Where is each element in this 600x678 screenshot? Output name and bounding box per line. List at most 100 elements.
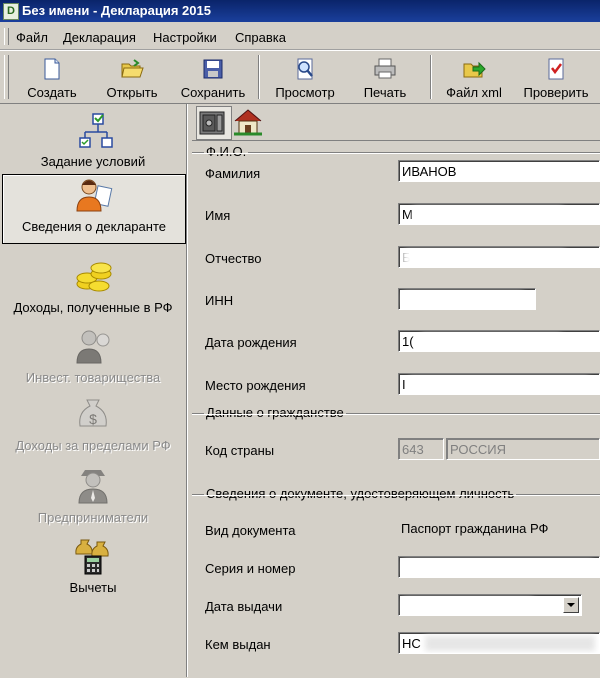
inn-field[interactable] (398, 288, 536, 310)
name-label: Имя (205, 208, 231, 223)
section-nav: Задание условий Сведения о декларанте До… (0, 104, 187, 677)
nav-invest[interactable]: Инвест. товарищества (2, 326, 184, 394)
birthdate-field[interactable]: 1( (398, 330, 600, 352)
issue-date-dropdown[interactable] (398, 594, 582, 616)
redaction-mark (403, 560, 593, 575)
nav-income-abroad-label: Доходы за пределами РФ (15, 438, 171, 453)
inn-label: ИНН (205, 293, 234, 308)
series-label: Серия и номер (205, 561, 296, 576)
nav-declarant-label: Сведения о декларанте (22, 219, 166, 234)
menubar-grip[interactable] (4, 28, 9, 45)
toolbar-separator (258, 55, 260, 99)
preview-label: Просмотр (275, 85, 335, 100)
entrepreneur-person-icon (78, 470, 108, 504)
toolbar-grip[interactable] (4, 55, 9, 99)
toolbar-separator (430, 55, 432, 99)
create-label: Создать (27, 85, 77, 100)
issued-by-label: Кем выдан (205, 637, 271, 652)
nav-income-abroad[interactable]: $ Доходы за пределами РФ (2, 394, 184, 462)
check-label: Проверить (523, 85, 589, 100)
surname-label: Фамилия (205, 166, 261, 181)
surname-field[interactable]: ИВАНОВ (398, 160, 600, 182)
country-code-field[interactable]: 643 (398, 438, 444, 460)
nav-declarant[interactable]: Сведения о декларанте (2, 174, 186, 244)
check-button[interactable]: Проверить (518, 53, 594, 101)
nav-conditions[interactable]: Задание условий (2, 110, 184, 178)
nav-income-rf[interactable]: Доходы, полученные в РФ (2, 256, 184, 324)
country-code-value: 643 (402, 442, 424, 457)
app-icon: D (3, 3, 19, 20)
tab-personal-data[interactable] (196, 106, 232, 140)
menu-file[interactable]: Файл (16, 30, 48, 45)
birthdate-label: Дата рождения (205, 335, 297, 350)
window-title: Без имени - Декларация 2015 (22, 3, 211, 18)
fio-group-title: Ф.И.О. (204, 144, 249, 159)
doctype-field[interactable]: Паспорт гражданина РФ (398, 518, 600, 540)
citizenship-group-title: Данные о гражданстве (204, 405, 346, 420)
nav-entrepreneurs-label: Предприниматели (37, 510, 149, 525)
surname-value: ИВАНОВ (402, 164, 457, 179)
open-label: Открыть (106, 85, 158, 100)
redaction-mark (405, 250, 565, 265)
birthplace-value: I (402, 377, 406, 392)
toolbar: Создать Открыть Сохранить Просмотр Печат… (0, 50, 600, 104)
birthdate-value: 1( (402, 334, 414, 349)
declarant-form: Ф.И.О. Фамилия ИВАНОВ Имя М Отчество Б И… (192, 104, 600, 677)
print-button[interactable]: Печать (354, 53, 416, 101)
fio-group: Ф.И.О. (192, 144, 600, 403)
investor-person-icon (76, 330, 110, 364)
house-icon (234, 109, 262, 136)
menu-bar: Файл Декларация Настройки Справка (0, 24, 600, 50)
redaction-mark (421, 334, 561, 349)
preview-button[interactable]: Просмотр (270, 53, 340, 101)
name-field[interactable]: М (398, 203, 600, 225)
issued-by-value: НС (402, 636, 421, 651)
calculator-money-icon (75, 539, 109, 575)
name-value: М (402, 207, 413, 222)
printer-icon (374, 58, 396, 79)
issued-by-field[interactable]: НС (398, 632, 600, 654)
redaction-mark (403, 598, 533, 613)
conditions-tree-icon (79, 113, 113, 148)
save-button[interactable]: Сохранить (176, 53, 250, 101)
dropdown-arrow-icon[interactable] (563, 597, 579, 613)
xml-file-button[interactable]: Файл xml (440, 53, 508, 101)
person-card-icon (76, 179, 113, 212)
check-document-icon (548, 58, 564, 80)
redaction-mark (409, 377, 589, 392)
xml-export-icon (463, 61, 486, 78)
birthplace-label: Место рождения (205, 378, 306, 393)
print-label: Печать (363, 85, 407, 100)
birthplace-field[interactable]: I (398, 373, 600, 395)
menu-help[interactable]: Справка (235, 30, 286, 45)
nav-deductions[interactable]: Вычеты (2, 536, 184, 604)
country-name-value: РОССИЯ (450, 442, 507, 457)
issue-date-label: Дата выдачи (205, 599, 283, 614)
doctype-value: Паспорт гражданина РФ (401, 521, 549, 536)
menu-settings[interactable]: Настройки (153, 30, 217, 45)
nav-invest-label: Инвест. товарищества (25, 370, 161, 385)
save-label: Сохранить (180, 85, 246, 100)
country-name-field[interactable]: РОССИЯ (446, 438, 600, 460)
tab-address[interactable] (232, 106, 266, 138)
document-group-title: Сведения о документе, удостоверяющем лич… (204, 486, 517, 501)
menu-declaration[interactable]: Декларация (63, 30, 136, 45)
redaction-mark (425, 636, 595, 651)
safe-box-icon (199, 111, 225, 135)
open-folder-icon (121, 59, 144, 78)
form-tabs (192, 104, 600, 141)
patronymic-label: Отчество (205, 251, 262, 266)
patronymic-field[interactable]: Б (398, 246, 600, 268)
coins-stack-icon (76, 262, 112, 292)
create-button[interactable]: Создать (20, 53, 84, 101)
nav-deductions-label: Вычеты (69, 580, 117, 595)
money-bag-icon: $ (79, 399, 107, 427)
nav-conditions-label: Задание условий (40, 154, 146, 169)
title-bar: D Без имени - Декларация 2015 (0, 0, 600, 22)
series-number-field[interactable] (398, 556, 600, 578)
nav-entrepreneurs[interactable]: Предприниматели (2, 466, 184, 534)
open-button[interactable]: Открыть (99, 53, 165, 101)
redaction-mark (413, 207, 563, 222)
nav-income-rf-label: Доходы, полученные в РФ (13, 300, 173, 315)
xml-file-label: Файл xml (446, 85, 502, 100)
